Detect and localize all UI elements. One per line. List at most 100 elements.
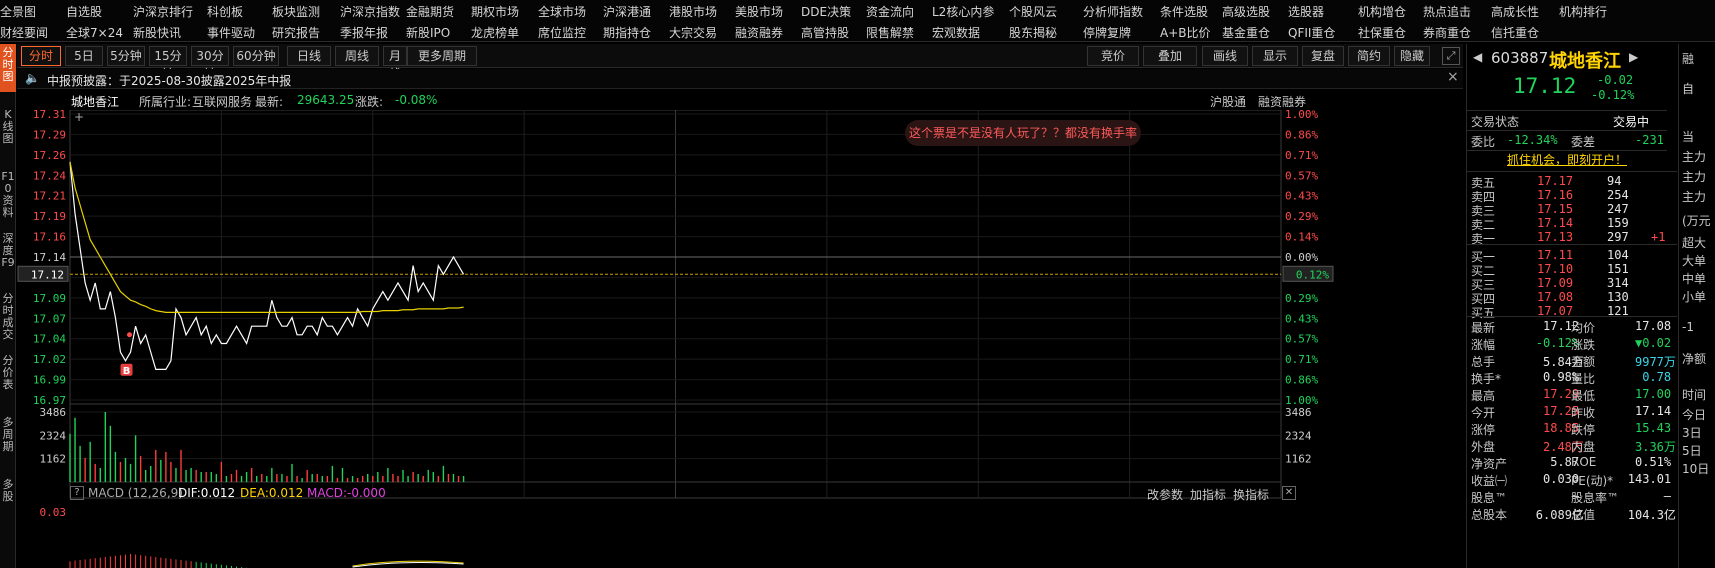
nav-item[interactable]: 个股风云 <box>1009 3 1057 20</box>
bid-price[interactable]: 17.10 <box>1537 262 1573 276</box>
toolbar-right-button[interactable]: 竞价 <box>1087 46 1139 66</box>
nav-item[interactable]: A+B比价 <box>1160 24 1211 41</box>
period-button[interactable]: 5分钟 <box>107 46 145 66</box>
nav-item[interactable]: 期权市场 <box>471 3 519 20</box>
link-margin[interactable]: 融资融券 <box>1258 93 1306 110</box>
sidebar-tab[interactable]: F10资料 <box>0 168 16 222</box>
toolbar-right-button[interactable]: 叠加 <box>1143 46 1197 66</box>
nav-item[interactable]: 高成长性 <box>1491 3 1539 20</box>
next-stock-arrow-icon[interactable]: ▶ <box>1629 50 1638 64</box>
nav-item[interactable]: 金融期货 <box>406 3 454 20</box>
nav-item[interactable]: 宏观数据 <box>932 24 980 41</box>
link-hsgt[interactable]: 沪股通 <box>1210 93 1246 110</box>
switch-indicator-button[interactable]: 换指标 <box>1233 486 1269 503</box>
nav-item[interactable]: 资金流向 <box>866 3 914 20</box>
nav-item[interactable]: DDE决策 <box>801 3 851 20</box>
sidebar-tab[interactable]: 多股 <box>0 476 16 524</box>
nav-item[interactable]: 全球市场 <box>538 3 586 20</box>
ask-price[interactable]: 17.17 <box>1537 174 1573 188</box>
nav-item[interactable]: 融资融券 <box>735 24 783 41</box>
sidebar-tab[interactable]: 深度F9 <box>0 230 16 280</box>
sidebar-tab[interactable]: 分时图 <box>0 44 16 92</box>
nav-item[interactable]: L2核心内参 <box>932 3 994 20</box>
nav-item[interactable]: 高管持股 <box>801 24 849 41</box>
ask-price[interactable]: 17.15 <box>1537 202 1573 216</box>
nav-item[interactable]: 热点追击 <box>1423 3 1471 20</box>
toolbar-right-button[interactable]: 隐藏 <box>1394 46 1430 66</box>
nav-item[interactable]: 事件驱动 <box>207 24 255 41</box>
nav-item[interactable]: 美股市场 <box>735 3 783 20</box>
period-button[interactable]: 日线 <box>287 46 331 66</box>
open-account-banner[interactable]: 抓住机会，即刻开户！ <box>1467 150 1667 168</box>
nav-item[interactable]: 选股器 <box>1288 3 1324 20</box>
help-icon[interactable]: ? <box>70 486 84 500</box>
bid-price[interactable]: 17.09 <box>1537 276 1573 290</box>
nav-item[interactable]: 高级选股 <box>1222 3 1270 20</box>
bid-price[interactable]: 17.08 <box>1537 290 1573 304</box>
nav-item[interactable]: 沪深京排行 <box>133 3 193 20</box>
nav-item[interactable]: 龙虎榜单 <box>471 24 519 41</box>
bid-price[interactable]: 17.11 <box>1537 248 1573 262</box>
nav-item[interactable]: 席位监控 <box>538 24 586 41</box>
nav-item[interactable]: 股东揭秘 <box>1009 24 1057 41</box>
nav-item[interactable]: 研究报告 <box>272 24 320 41</box>
nav-item[interactable]: 社保重仓 <box>1358 24 1406 41</box>
nav-item[interactable]: 新股IPO <box>406 24 450 41</box>
nav-item[interactable]: 机构增仓 <box>1358 3 1406 20</box>
period-button[interactable]: 60分钟 <box>233 46 279 66</box>
close-icon[interactable]: × <box>1447 69 1459 85</box>
nav-item[interactable]: 季报年报 <box>340 24 388 41</box>
nav-item[interactable]: 分析师指数 <box>1083 3 1143 20</box>
ask-price[interactable]: 17.13 <box>1537 230 1573 244</box>
nav-item[interactable]: 自选股 <box>66 3 102 20</box>
period-button[interactable]: 5日 <box>65 46 103 66</box>
nav-item[interactable]: 期指持仓 <box>603 24 651 41</box>
toolbar-right-button[interactable]: 显示 <box>1252 46 1298 66</box>
sidebar-tab[interactable]: 分时成交 <box>0 290 16 342</box>
nav-item[interactable]: 全球7×24 <box>66 24 123 41</box>
buy-marker-text: B <box>123 366 131 377</box>
macd-label[interactable]: MACD (12,26,9) <box>88 486 183 500</box>
toolbar-right-button[interactable]: 简约 <box>1348 46 1390 66</box>
period-button[interactable]: 更多周期 <box>407 46 477 66</box>
period-button[interactable]: 30分钟 <box>191 46 229 81</box>
nav-item[interactable]: 港股市场 <box>669 3 717 20</box>
toolbar-right-button[interactable]: 复盘 <box>1302 46 1344 66</box>
nav-item[interactable]: 条件选股 <box>1160 3 1208 20</box>
toolbar-right-button[interactable]: 画线 <box>1202 46 1248 66</box>
ask-price[interactable]: 17.14 <box>1537 216 1573 230</box>
nav-item[interactable]: 机构排行 <box>1559 3 1607 20</box>
expand-icon[interactable]: ⤢ <box>1442 47 1460 65</box>
nav-item[interactable]: 财经要闻 <box>0 24 48 41</box>
nav-item[interactable]: 基金重仓 <box>1222 24 1270 41</box>
prev-stock-arrow-icon[interactable]: ◀ <box>1473 50 1482 64</box>
period-button[interactable]: 分时 <box>21 46 61 66</box>
notice-text[interactable]: 中报预披露：于2025-08-30披露2025年中报 <box>47 72 291 89</box>
nav-item[interactable]: 大宗交易 <box>669 24 717 41</box>
nav-item[interactable]: 科创板 <box>207 3 243 20</box>
sidebar-tab[interactable]: 分价表 <box>0 352 16 400</box>
nav-item[interactable]: 券商重仓 <box>1423 24 1471 41</box>
nav-item[interactable]: 信托重仓 <box>1491 24 1539 41</box>
price-axis-label: 17.07 <box>33 312 66 325</box>
nav-item[interactable]: 全景图 <box>0 3 36 20</box>
sidebar-tab[interactable]: 多周期 <box>0 414 16 466</box>
period-button[interactable]: 15分钟 <box>149 46 187 81</box>
nav-item[interactable]: 停牌复牌 <box>1083 24 1131 41</box>
edit-params-button[interactable]: 改参数 <box>1147 486 1183 503</box>
fund-flow-label: 时间 <box>1682 388 1707 402</box>
close-icon[interactable]: ✕ <box>1282 486 1296 500</box>
nav-item[interactable]: 板块监测 <box>272 3 320 20</box>
nav-item[interactable]: 沪深京指数 <box>340 3 400 20</box>
add-indicator-button[interactable]: 加指标 <box>1190 486 1226 503</box>
nav-item[interactable]: 新股快讯 <box>133 24 181 41</box>
ask-price[interactable]: 17.16 <box>1537 188 1573 202</box>
user-comment-bubble[interactable]: 这个票是不是没有人玩了？？都没有换手率 <box>905 120 1141 146</box>
nav-item[interactable]: QFII重仓 <box>1288 24 1335 41</box>
sidebar-tab[interactable]: K线图 <box>0 106 16 158</box>
nav-item[interactable]: 限售解禁 <box>866 24 914 41</box>
nav-item[interactable]: 沪深港通 <box>603 3 651 20</box>
period-button[interactable]: 月线 <box>383 46 407 81</box>
period-button[interactable]: 周线 <box>335 46 379 66</box>
industry-value[interactable]: 互联网服务 <box>192 93 252 110</box>
